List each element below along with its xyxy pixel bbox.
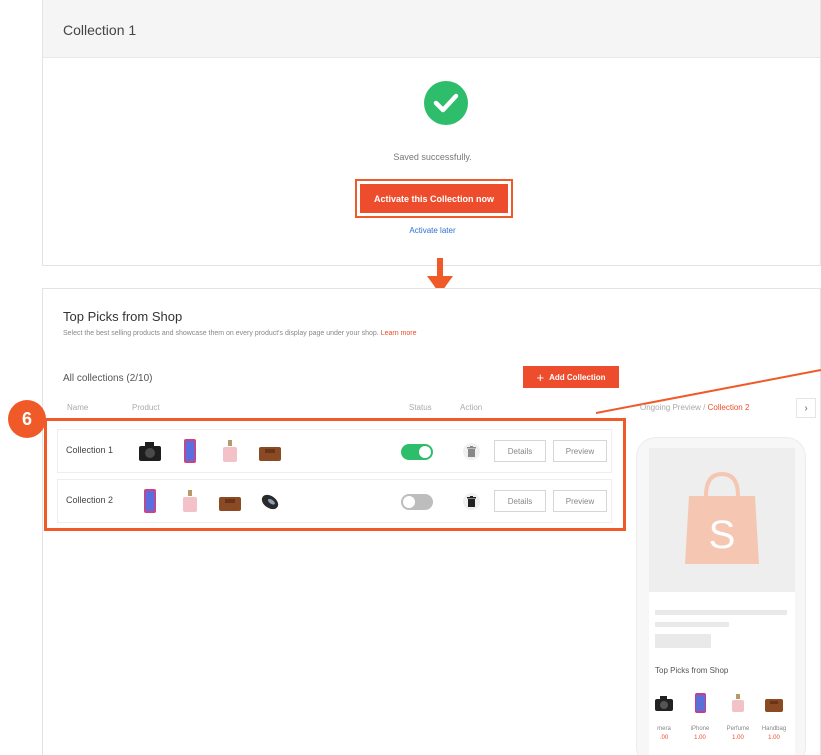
activate-highlight: Activate this Collection now xyxy=(355,179,513,218)
header-action: Action xyxy=(460,403,483,412)
placeholder-line xyxy=(655,622,729,627)
collections-table-highlight: Collection 1 Details Preview Collection … xyxy=(44,418,626,531)
header-name: Name xyxy=(67,403,89,412)
learn-more-link[interactable]: Learn more xyxy=(381,330,417,337)
shopping-bag-icon: S xyxy=(685,471,759,564)
mini-product-price: .00 xyxy=(659,735,669,741)
table-row: Collection 2 Details Preview xyxy=(57,479,612,523)
perfume-icon xyxy=(183,490,197,512)
iphone-icon xyxy=(695,693,706,713)
header-status: Status xyxy=(409,403,432,412)
camera-icon xyxy=(139,442,161,461)
description-text: Select the best selling products and sho… xyxy=(63,330,379,337)
handbag-icon xyxy=(765,699,783,712)
collection-title: Collection 1 xyxy=(43,0,820,58)
camera-icon xyxy=(655,696,673,711)
page: Collection 1 Saved successfully. Activat… xyxy=(0,0,821,755)
save-result-panel: Collection 1 Saved successfully. Activat… xyxy=(42,0,821,266)
toggle-knob xyxy=(403,496,415,508)
mini-product-name: iPhone xyxy=(690,726,710,732)
mini-product-name: Perfume xyxy=(726,726,750,732)
placeholder-block xyxy=(655,634,711,648)
mini-product-price: 1.00 xyxy=(694,735,706,741)
preview-breadcrumb: Ongoing Preview / Collection 2 xyxy=(640,403,749,412)
trash-icon[interactable] xyxy=(463,443,480,460)
mouse-icon xyxy=(261,494,279,510)
toggle-knob xyxy=(419,446,431,458)
table-row: Collection 1 Details Preview xyxy=(57,429,612,473)
header-product: Product xyxy=(132,403,160,412)
placeholder-line xyxy=(655,610,787,615)
status-message: Saved successfully. xyxy=(393,152,472,162)
step-number-badge: 6 xyxy=(8,400,46,438)
callout-line xyxy=(596,369,821,414)
mini-product-price: 1.00 xyxy=(732,735,744,741)
phone-preview: S Top Picks from Shop mera iPhone Perfum… xyxy=(636,437,806,755)
section-title: Top Picks from Shop xyxy=(63,309,183,324)
mini-product-price: 1.00 xyxy=(768,735,780,741)
preview-button[interactable]: Preview xyxy=(553,490,607,512)
iphone-icon xyxy=(144,489,156,513)
svg-text:S: S xyxy=(709,513,736,557)
section-description: Select the best selling products and sho… xyxy=(63,330,417,337)
perfume-icon xyxy=(732,694,744,712)
details-button[interactable]: Details xyxy=(494,440,546,462)
iphone-icon xyxy=(184,439,196,463)
handbag-icon xyxy=(259,447,281,461)
phone-screen: S Top Picks from Shop mera iPhone Perfum… xyxy=(649,448,795,755)
mini-product-name: Handbag xyxy=(761,726,787,732)
status-toggle[interactable] xyxy=(401,494,433,510)
preview-label-current[interactable]: Collection 2 xyxy=(708,403,750,412)
success-check-icon xyxy=(424,81,468,125)
trash-icon[interactable] xyxy=(463,493,480,510)
collections-count: All collections (2/10) xyxy=(63,373,153,384)
handbag-icon xyxy=(219,497,241,511)
perfume-icon xyxy=(223,440,237,462)
mini-product-name: mera xyxy=(657,726,671,732)
activate-now-button[interactable]: Activate this Collection now xyxy=(360,184,508,213)
details-button[interactable]: Details xyxy=(494,490,546,512)
activate-later-link[interactable]: Activate later xyxy=(43,226,821,235)
collection-name: Collection 2 xyxy=(66,495,114,505)
plus-icon: + xyxy=(536,369,545,385)
product-image-placeholder: S xyxy=(649,448,795,592)
collection-name: Collection 1 xyxy=(66,445,114,455)
mini-section-title: Top Picks from Shop xyxy=(655,666,729,675)
chevron-right-icon[interactable]: › xyxy=(796,398,816,418)
status-toggle[interactable] xyxy=(401,444,433,460)
preview-button[interactable]: Preview xyxy=(553,440,607,462)
preview-label-prefix: Ongoing Preview / xyxy=(640,403,706,412)
